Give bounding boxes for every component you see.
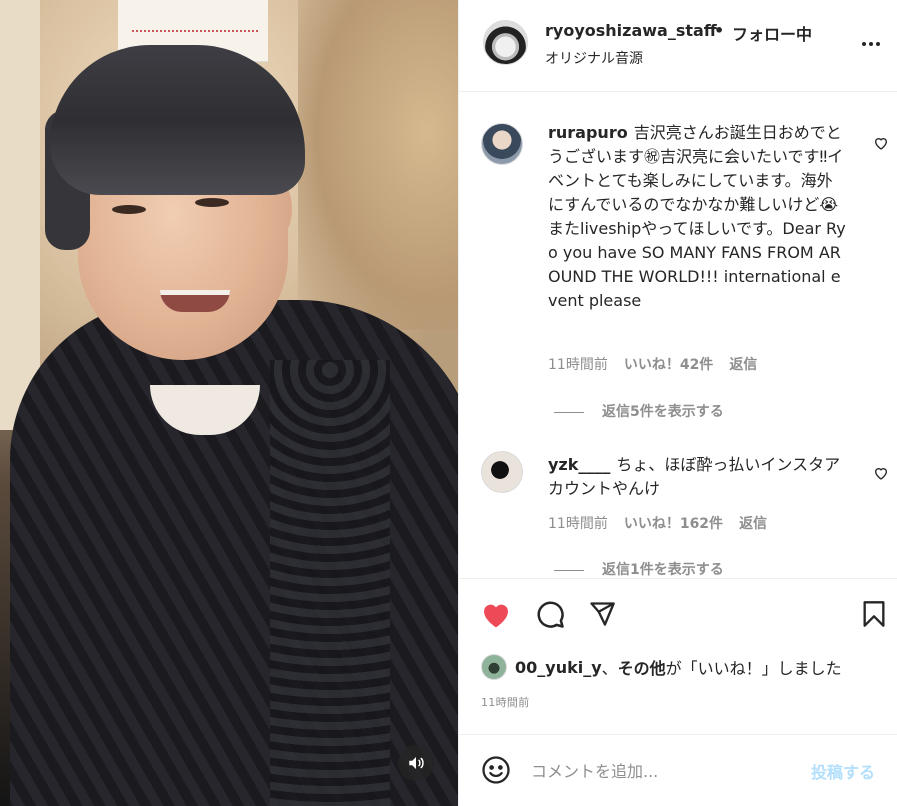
more-horizontal-icon[interactable] <box>857 30 885 58</box>
avatar[interactable] <box>481 654 507 680</box>
comment-avatar[interactable] <box>481 451 523 493</box>
post-video[interactable] <box>0 0 458 806</box>
video-eye-left <box>112 205 146 214</box>
replies-divider <box>554 569 584 571</box>
post-header: ryoyoshizawa_staff • フォロー中 オリジナル音源 <box>459 0 897 92</box>
avatar[interactable] <box>483 20 528 65</box>
comment-icon[interactable] <box>533 597 567 631</box>
heart-outline-icon[interactable] <box>873 135 891 153</box>
emoji-icon[interactable] <box>481 755 511 785</box>
view-replies-button[interactable]: 返信5件を表示する <box>554 401 724 421</box>
heart-filled-icon[interactable] <box>479 597 513 631</box>
likes-separator: 、 <box>601 659 618 678</box>
video-wall-edge <box>0 0 40 430</box>
audio-link[interactable]: オリジナル音源 <box>545 48 643 68</box>
comment-likes[interactable]: いいね！42件 <box>624 357 713 373</box>
replies-divider <box>554 411 584 413</box>
view-replies-button[interactable]: 返信1件を表示する <box>554 559 724 576</box>
bookmark-icon[interactable] <box>857 597 891 631</box>
likes-suffix: が「いいね！」しました <box>665 659 842 678</box>
video-light <box>298 0 458 330</box>
video-sweater <box>10 300 458 806</box>
comment-composer: 投稿する <box>459 734 897 806</box>
action-bar <box>459 578 897 648</box>
post-timestamp[interactable]: 11時間前 <box>481 694 530 710</box>
video-sweater-cable <box>270 360 390 806</box>
comment-body: yzk____ ちょ、ほぼ酔っ払いインスタアカウントやんけ <box>548 453 848 501</box>
comment-text: 吉沢亮さんお誕生日おめでとうございます㊗吉沢亮に会いたいです‼イベントとても楽し… <box>548 123 846 310</box>
comment-time: 11時間前 <box>548 516 608 532</box>
likes-others[interactable]: その他 <box>618 655 666 679</box>
comment-input[interactable] <box>531 757 791 785</box>
view-replies-label: 返信1件を表示する <box>602 562 724 576</box>
comment-avatar[interactable] <box>481 123 523 165</box>
header-separator: • <box>714 21 725 40</box>
speaker-icon[interactable] <box>398 745 434 781</box>
paper-plane-icon[interactable] <box>585 597 619 631</box>
header-username[interactable]: ryoyoshizawa_staff <box>545 21 717 40</box>
comment-time: 11時間前 <box>548 357 608 373</box>
reply-button[interactable]: 返信 <box>729 357 757 373</box>
video-eye-right <box>195 198 229 207</box>
comment-meta: 11時間前 いいね！42件 返信 <box>548 354 773 374</box>
follow-status-button[interactable]: フォロー中 <box>732 21 812 45</box>
comment-list[interactable]: rurapuro 吉沢亮さんお誕生日おめでとうございます㊗吉沢亮に会いたいです‼イ… <box>459 93 897 576</box>
comment-username[interactable]: rurapuro <box>548 123 628 142</box>
likes-summary: 00_yuki_y、その他 が「いいね！」しました <box>481 652 842 682</box>
video-mouth <box>160 290 230 312</box>
comment-username[interactable]: yzk____ <box>548 455 610 474</box>
likes-user[interactable]: 00_yuki_y <box>515 658 602 677</box>
heart-outline-icon[interactable] <box>873 465 891 483</box>
comment-body: rurapuro 吉沢亮さんお誕生日おめでとうございます㊗吉沢亮に会いたいです‼イ… <box>548 121 848 313</box>
post-button[interactable]: 投稿する <box>811 759 875 783</box>
post-side-panel: ryoyoshizawa_staff • フォロー中 オリジナル音源 rurap… <box>458 0 897 806</box>
comment-meta: 11時間前 いいね！162件 返信 <box>548 513 783 533</box>
reply-button[interactable]: 返信 <box>739 516 767 532</box>
view-replies-label: 返信5件を表示する <box>602 404 724 420</box>
comment-likes[interactable]: いいね！162件 <box>624 516 723 532</box>
